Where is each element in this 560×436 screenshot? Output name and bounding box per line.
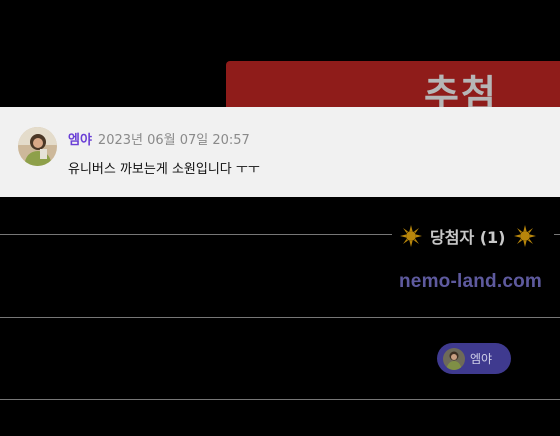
sun-icon <box>400 225 422 247</box>
winners-heading: 당첨자 (1) <box>400 225 536 247</box>
comment-author[interactable]: 엠야 <box>68 133 92 148</box>
comment-text: 유니버스 까보는게 소원입니다 ㅜㅜ <box>68 162 260 177</box>
comment-card: 엠야 2023년 06월 07일 20:57 유니버스 까보는게 소원입니다 ㅜㅜ <box>0 107 560 197</box>
winner-avatar <box>443 347 465 370</box>
sun-icon <box>513 225 536 247</box>
winner-name: 엠야 <box>470 352 493 366</box>
winners-label: 당첨자 (1) <box>430 228 506 247</box>
divider-right <box>554 234 560 235</box>
comment-meta: 엠야 2023년 06월 07일 20:57 <box>68 129 250 148</box>
divider-bottom <box>0 399 560 400</box>
site-link[interactable]: nemo-land.com <box>399 271 542 293</box>
winner-item[interactable]: 엠야 <box>437 343 511 374</box>
comment-avatar[interactable] <box>18 127 57 166</box>
divider-middle <box>0 317 560 318</box>
comment-date: 2023년 06월 07일 20:57 <box>97 133 250 148</box>
divider-left <box>0 234 392 235</box>
